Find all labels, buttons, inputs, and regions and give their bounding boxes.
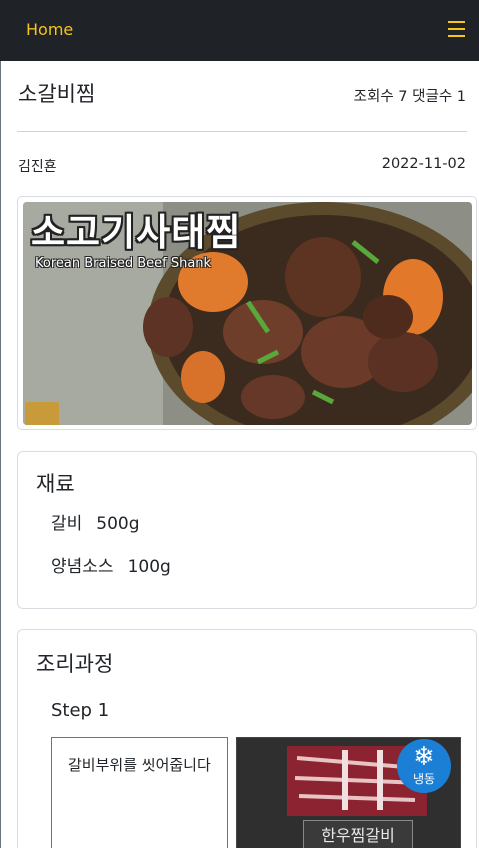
post-title: 소갈비찜 [18,82,96,106]
step-description: 갈비부위를 씻어줍니다 [51,737,228,848]
ingredient-item: 양념소스 100g [51,552,171,577]
cooking-steps-card: 조리과정 Step 1 갈비부위를 씻어줍니다 ❄ 냉동 한우찜갈비 [17,629,477,848]
post-author: 김진횬 [18,159,57,175]
image-overlay-title: 소고기사태찜 [31,211,242,254]
ingredient-amount: 500g [96,514,140,534]
top-navbar: Home [0,0,479,61]
header-divider [17,131,467,132]
step-image: ❄ 냉동 한우찜갈비 [236,737,461,848]
hamburger-icon[interactable] [448,20,465,38]
steps-heading: 조리과정 [36,652,114,676]
ingredients-heading: 재료 [36,472,75,496]
post-stats: 조회수 7 댓글수 1 [353,89,466,105]
main-image-card: 소고기사태찜 Korean Braised Beef Shank [17,196,477,430]
frozen-badge-label: 냉동 [412,772,436,786]
snowflake-icon: ❄ [413,742,435,772]
ingredient-name: 갈비 [51,514,83,534]
ingredient-item: 갈비 500g [51,509,140,534]
frozen-badge: ❄ 냉동 [397,739,451,793]
home-link[interactable]: Home [26,20,73,39]
step-label: Step 1 [51,700,110,721]
ingredients-card: 재료 갈비 500g 양념소스 100g [17,451,477,609]
ingredient-amount: 100g [127,557,171,577]
package-label: 한우찜갈비 [303,820,413,848]
post-date: 2022-11-02 [381,156,466,172]
image-overlay-subtitle: Korean Braised Beef Shank [35,256,212,271]
ingredient-name: 양념소스 [51,557,114,577]
main-dish-image: 소고기사태찜 Korean Braised Beef Shank [23,202,472,425]
channel-logo [25,402,59,425]
